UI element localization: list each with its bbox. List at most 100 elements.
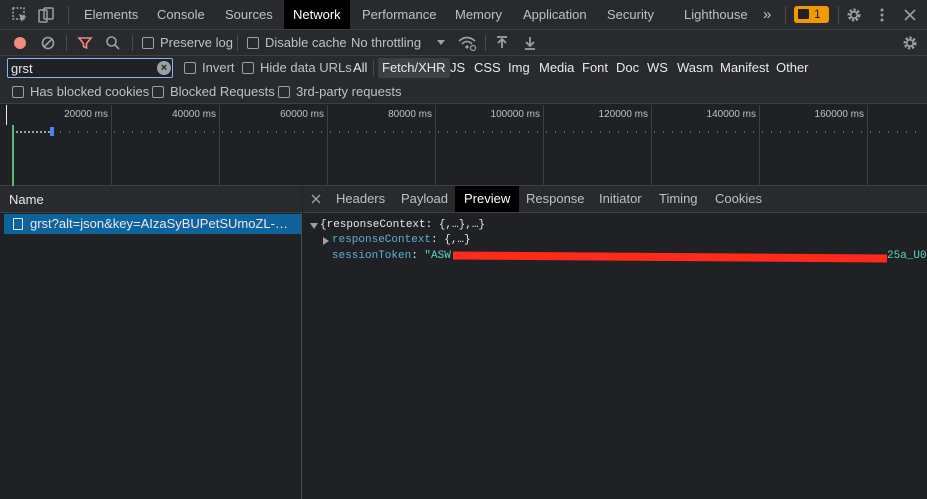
- tab-application[interactable]: Application: [523, 0, 587, 29]
- type-filter-img[interactable]: Img: [508, 58, 530, 78]
- clear-filter-icon[interactable]: ×: [157, 61, 171, 75]
- close-details-icon[interactable]: [311, 194, 321, 204]
- tab-preview[interactable]: Preview: [455, 186, 520, 212]
- timeline-tick: 20000 ms: [64, 109, 108, 120]
- more-options-icon[interactable]: [874, 7, 890, 23]
- expand-triangle-icon[interactable]: [310, 223, 318, 229]
- tab-security[interactable]: Security: [607, 0, 654, 29]
- filter-input[interactable]: [11, 60, 151, 76]
- timeline-tick: 140000 ms: [706, 109, 756, 120]
- request-list: Name grst?alt=json&key=AIzaSyBUPetSUmoZL…: [0, 186, 302, 499]
- has-blocked-cookies-checkbox[interactable]: [12, 86, 24, 98]
- tab-payload[interactable]: Payload: [401, 186, 448, 212]
- tab-performance[interactable]: Performance: [362, 0, 436, 29]
- type-filter-manifest[interactable]: Manifest: [720, 58, 769, 78]
- filter-bar: × Invert Hide data URLs All Fetch/XHR JS…: [0, 56, 927, 80]
- type-filter-wasm[interactable]: Wasm: [677, 58, 713, 78]
- import-har-icon[interactable]: [495, 35, 509, 51]
- search-icon[interactable]: [105, 35, 121, 51]
- type-filter-media[interactable]: Media: [539, 58, 574, 78]
- tab-console[interactable]: Console: [157, 0, 205, 29]
- json-string-tail: 25a_U0: [887, 250, 927, 262]
- timeline-boundary: [6, 105, 7, 125]
- request-activity-bar: [50, 127, 54, 136]
- type-filter-other[interactable]: Other: [776, 58, 809, 78]
- close-devtools-icon[interactable]: [902, 7, 918, 23]
- type-filter-all[interactable]: All: [353, 58, 367, 78]
- issues-badge[interactable]: 1: [794, 6, 829, 23]
- record-icon[interactable]: [12, 35, 28, 51]
- timeline-tick: 120000 ms: [598, 109, 648, 120]
- tab-sources[interactable]: Sources: [225, 0, 273, 29]
- settings-gear-icon[interactable]: [846, 7, 862, 23]
- request-name: grst?alt=json&key=AIzaSyBUPetSUmoZL-Ohlx…: [30, 216, 298, 231]
- tab-timing[interactable]: Timing: [659, 186, 698, 212]
- preserve-log-checkbox[interactable]: [142, 37, 154, 49]
- filter-icon[interactable]: [77, 35, 93, 51]
- preserve-log-label: Preserve log: [160, 35, 233, 50]
- name-column-header[interactable]: Name: [0, 186, 302, 213]
- device-toolbar-icon[interactable]: [38, 7, 54, 23]
- json-value: {,…}: [444, 234, 471, 246]
- devtools-tabbar: Elements Console Sources Network Perform…: [0, 0, 927, 30]
- collapse-triangle-icon[interactable]: [323, 237, 329, 245]
- disable-cache-label: Disable cache: [265, 35, 347, 50]
- issues-count: 1: [814, 7, 821, 21]
- type-filter-ws[interactable]: WS: [647, 58, 668, 78]
- timeline-tick: 40000 ms: [172, 109, 216, 120]
- type-filter-fetch-xhr[interactable]: Fetch/XHR: [378, 58, 450, 78]
- more-tabs-button[interactable]: »: [763, 0, 771, 29]
- dom-content-loaded-marker: [12, 125, 14, 186]
- json-property[interactable]: sessionToken: "ASW: [332, 249, 451, 264]
- type-filter-doc[interactable]: Doc: [616, 58, 639, 78]
- detail-tabbar: Headers Payload Preview Response Initiat…: [303, 186, 927, 213]
- third-party-checkbox[interactable]: [278, 86, 290, 98]
- tab-elements[interactable]: Elements: [84, 0, 138, 29]
- tab-network[interactable]: Network: [284, 0, 350, 29]
- type-filter-font[interactable]: Font: [582, 58, 608, 78]
- name-header-label: Name: [9, 192, 44, 207]
- hide-data-urls-checkbox[interactable]: [242, 62, 254, 74]
- throttling-value: No throttling: [351, 35, 422, 50]
- invert-label: Invert: [202, 60, 235, 75]
- network-conditions-icon[interactable]: [457, 34, 477, 52]
- request-activity: [60, 131, 920, 133]
- request-details: Headers Payload Preview Response Initiat…: [303, 186, 927, 499]
- blocked-requests-label: Blocked Requests: [170, 84, 275, 99]
- timeline-tick: 160000 ms: [814, 109, 864, 120]
- throttling-select[interactable]: No throttling: [351, 35, 447, 51]
- tab-initiator[interactable]: Initiator: [599, 186, 642, 212]
- json-root[interactable]: {responseContext: {,…},…}: [320, 218, 485, 233]
- tab-headers[interactable]: Headers: [336, 186, 385, 212]
- request-activity: [16, 131, 50, 133]
- json-key: responseContext: [332, 234, 432, 246]
- table-row[interactable]: grst?alt=json&key=AIzaSyBUPetSUmoZL-Ohlx…: [4, 214, 301, 234]
- network-settings-gear-icon[interactable]: [902, 35, 918, 51]
- filter-input-wrapper: ×: [7, 58, 173, 78]
- network-toolbar: Preserve log Disable cache No throttling: [0, 30, 927, 56]
- json-string-value: "ASW: [424, 250, 451, 262]
- has-blocked-cookies-label: Has blocked cookies: [30, 84, 150, 99]
- export-har-icon[interactable]: [523, 35, 537, 51]
- tab-lighthouse[interactable]: Lighthouse: [684, 0, 748, 29]
- type-filter-js[interactable]: JS: [450, 58, 465, 78]
- tab-cookies[interactable]: Cookies: [715, 186, 762, 212]
- tab-response[interactable]: Response: [526, 186, 585, 212]
- clear-icon[interactable]: [40, 35, 56, 51]
- third-party-label: 3rd-party requests: [296, 84, 402, 99]
- disable-cache-checkbox[interactable]: [247, 37, 259, 49]
- json-property[interactable]: responseContext: {,…}: [332, 233, 471, 248]
- invert-checkbox[interactable]: [184, 62, 196, 74]
- blocked-requests-checkbox[interactable]: [152, 86, 164, 98]
- issue-icon: [798, 9, 809, 19]
- timeline-tick: 100000 ms: [490, 109, 540, 120]
- hide-data-urls-label: Hide data URLs: [260, 60, 352, 75]
- type-filter-css[interactable]: CSS: [474, 58, 501, 78]
- timeline-tick: 80000 ms: [388, 109, 432, 120]
- xhr-document-icon: [13, 218, 23, 230]
- timeline-tick: 60000 ms: [280, 109, 324, 120]
- blocked-filter-bar: Has blocked cookies Blocked Requests 3rd…: [0, 80, 927, 104]
- inspect-element-icon[interactable]: [12, 7, 28, 23]
- tab-memory[interactable]: Memory: [455, 0, 502, 29]
- timeline-overview[interactable]: 20000 ms 40000 ms 60000 ms 80000 ms 1000…: [0, 105, 927, 186]
